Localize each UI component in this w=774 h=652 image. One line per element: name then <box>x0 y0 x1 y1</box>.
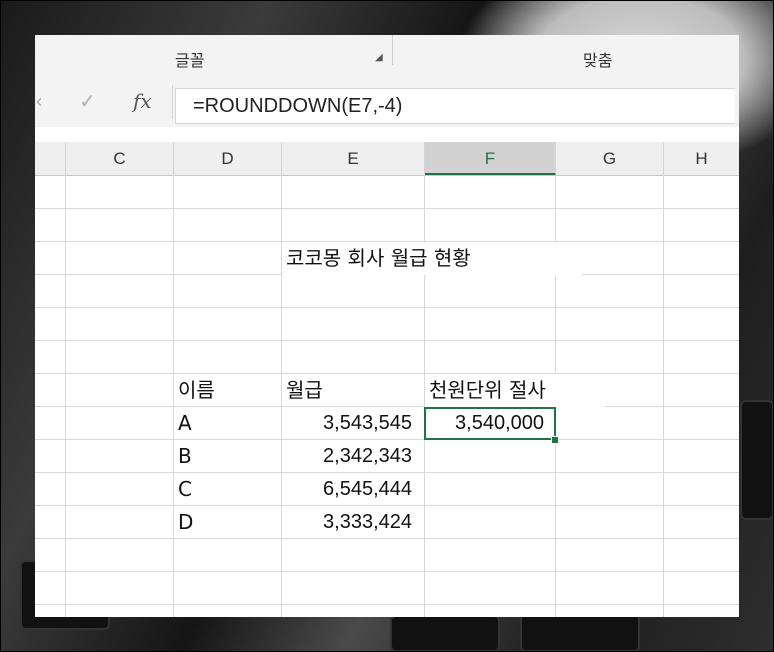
formula-input[interactable]: =ROUNDDOWN(E7,-4) <box>175 88 735 124</box>
row-salary[interactable]: 3,543,545 <box>282 407 424 440</box>
grid-line <box>35 340 739 341</box>
column-header-e[interactable]: E <box>282 142 425 175</box>
fx-icon[interactable]: fx <box>133 89 152 113</box>
row-salary[interactable]: 2,342,343 <box>282 440 424 473</box>
column-header-row: C D E F G H <box>35 142 739 176</box>
column-header-g[interactable]: G <box>556 142 664 175</box>
formula-bar: ‹ ✓ fx =ROUNDDOWN(E7,-4) <box>35 75 739 127</box>
row-salary[interactable]: 3,333,424 <box>282 506 424 539</box>
spreadsheet-window: 글꼴 ◢ 맞춤 ‹ ✓ fx =ROUNDDOWN(E7,-4) C D E F… <box>35 35 739 617</box>
keyboard-key <box>740 400 774 520</box>
column-header-d[interactable]: D <box>174 142 282 175</box>
cell-grid[interactable]: 코코몽 회사 월급 현황 이름 월급 천원단위 절사 A 3,543,545 3… <box>35 175 739 617</box>
keyboard-key <box>390 615 500 652</box>
column-header-c[interactable]: C <box>66 142 174 175</box>
grid-line <box>35 307 739 308</box>
header-rounded[interactable]: 천원단위 절사 <box>425 374 605 407</box>
column-header-partial[interactable] <box>35 142 66 175</box>
fill-handle[interactable] <box>551 436 559 444</box>
column-header-h[interactable]: H <box>664 142 739 175</box>
cancel-icon[interactable]: ‹ <box>35 89 43 113</box>
header-name[interactable]: 이름 <box>174 374 281 407</box>
header-salary[interactable]: 월급 <box>282 374 424 407</box>
grid-line <box>35 208 739 209</box>
ribbon-groups: 글꼴 ◢ 맞춤 <box>35 35 739 76</box>
row-rounded-selected-cell[interactable]: 3,540,000 <box>424 407 556 440</box>
ribbon-separator <box>392 35 393 65</box>
column-header-f[interactable]: F <box>425 142 556 175</box>
sheet-title[interactable]: 코코몽 회사 월급 현황 <box>282 242 582 275</box>
check-icon[interactable]: ✓ <box>79 89 96 113</box>
row-name[interactable]: B <box>174 440 281 473</box>
ribbon-group-align-label: 맞춤 <box>583 51 613 70</box>
row-name[interactable]: C <box>174 473 281 506</box>
dialog-launcher-icon[interactable]: ◢ <box>375 53 385 63</box>
row-salary[interactable]: 6,545,444 <box>282 473 424 506</box>
formula-separator <box>172 85 173 119</box>
row-name[interactable]: D <box>174 506 281 539</box>
keyboard-key <box>520 612 640 652</box>
grid-line <box>35 571 739 572</box>
grid-line <box>35 604 739 605</box>
ribbon-group-font-label: 글꼴 <box>175 51 205 70</box>
row-name[interactable]: A <box>174 407 281 440</box>
